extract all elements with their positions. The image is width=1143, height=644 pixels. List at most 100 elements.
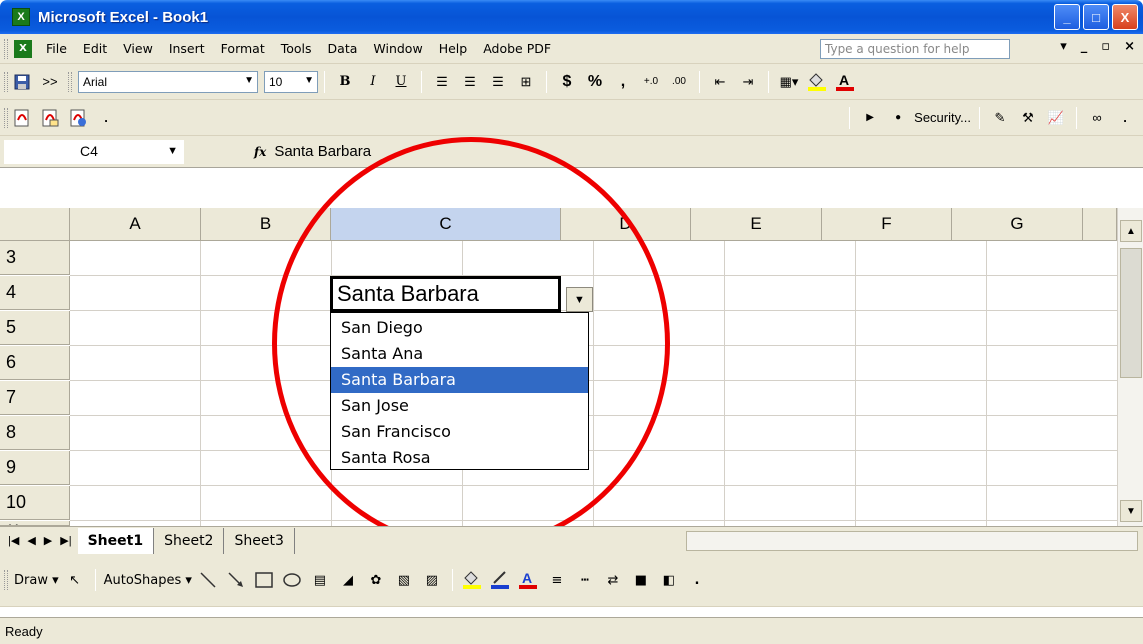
- scroll-up-icon[interactable]: ▲: [1120, 220, 1142, 242]
- dropdown-item-santa-barbara[interactable]: Santa Barbara: [331, 367, 588, 393]
- toolbar-options-button[interactable]: .: [685, 568, 709, 592]
- align-left-icon[interactable]: ☰: [430, 70, 454, 94]
- doc-restore-button[interactable]: ▫: [1101, 39, 1110, 54]
- scroll-thumb[interactable]: [1120, 248, 1142, 378]
- chevron-down-icon[interactable]: ▼: [304, 75, 314, 86]
- shadow-icon[interactable]: ■: [629, 568, 653, 592]
- help-search-input[interactable]: Type a question for help: [820, 39, 1010, 59]
- toolbar-grip[interactable]: [68, 71, 72, 92]
- column-header-b[interactable]: B: [201, 208, 331, 241]
- pdf-convert-icon[interactable]: [10, 106, 34, 130]
- clip-art-icon[interactable]: ▧: [392, 568, 416, 592]
- column-header-g[interactable]: G: [952, 208, 1083, 241]
- increase-decimal-icon[interactable]: +.0: [639, 70, 663, 94]
- pdf-email-icon[interactable]: [38, 106, 62, 130]
- align-center-icon[interactable]: ☰: [458, 70, 482, 94]
- menu-view[interactable]: View: [123, 41, 153, 56]
- row-header-8[interactable]: 8: [0, 416, 70, 450]
- row-header-7[interactable]: 7: [0, 381, 70, 415]
- font-size-combo[interactable]: 10 ▼: [264, 70, 318, 93]
- title-bar[interactable]: X Microsoft Excel - Book1 _ □ X: [0, 0, 1143, 34]
- vertical-scrollbar[interactable]: ▲ ▼: [1117, 208, 1143, 526]
- toolbar-options-button[interactable]: .: [94, 106, 118, 130]
- horizontal-scrollbar[interactable]: [686, 531, 1138, 551]
- scroll-down-icon[interactable]: ▼: [1120, 500, 1142, 522]
- next-sheet-icon[interactable]: ▶: [44, 534, 52, 547]
- line-color-icon[interactable]: [489, 568, 513, 592]
- security-button[interactable]: Security...: [914, 106, 971, 130]
- dropdown-item-san-francisco[interactable]: San Francisco: [331, 419, 588, 445]
- toolbar-grip[interactable]: [4, 38, 8, 59]
- dropdown-item-santa-ana[interactable]: Santa Ana: [331, 341, 588, 367]
- name-box[interactable]: C4 ▼: [4, 139, 184, 164]
- bold-button[interactable]: B: [333, 70, 357, 94]
- menu-data[interactable]: Data: [328, 41, 358, 56]
- line-icon[interactable]: [196, 568, 220, 592]
- maximize-button[interactable]: □: [1083, 4, 1109, 30]
- pdf-review-icon[interactable]: [66, 106, 90, 130]
- formula-input[interactable]: Santa Barbara: [274, 143, 371, 160]
- menu-adobe-pdf[interactable]: Adobe PDF: [483, 41, 551, 56]
- toolbar-grip[interactable]: [4, 570, 8, 590]
- sheet-tab-2[interactable]: Sheet2: [154, 527, 225, 554]
- menu-insert[interactable]: Insert: [169, 41, 205, 56]
- play-icon[interactable]: ▶: [858, 106, 882, 130]
- cell-grid[interactable]: [70, 241, 1117, 526]
- wordart-icon[interactable]: ◢: [336, 568, 360, 592]
- sheet-tab-3[interactable]: Sheet3: [224, 527, 295, 554]
- autoshapes-menu-button[interactable]: AutoShapes ▾: [104, 568, 192, 592]
- chevron-down-icon[interactable]: ▼: [167, 145, 178, 157]
- toolbar-grip[interactable]: [4, 71, 8, 92]
- font-color-icon[interactable]: A: [517, 568, 541, 592]
- decrease-indent-icon[interactable]: ⇤: [708, 70, 732, 94]
- menu-help[interactable]: Help: [439, 41, 468, 56]
- column-header-e[interactable]: E: [691, 208, 822, 241]
- font-color-icon[interactable]: A: [833, 70, 857, 94]
- line-style-icon[interactable]: ≡: [545, 568, 569, 592]
- doc-minimize-button[interactable]: _: [1081, 39, 1088, 54]
- row-header-9[interactable]: 9: [0, 451, 70, 485]
- prev-sheet-icon[interactable]: ◀: [27, 534, 35, 547]
- borders-icon[interactable]: ▦▾: [777, 70, 801, 94]
- arrow-style-icon[interactable]: ⇄: [601, 568, 625, 592]
- toolbar-options-button[interactable]: .: [1113, 106, 1137, 130]
- doc-close-button[interactable]: ×: [1124, 39, 1135, 54]
- italic-button[interactable]: I: [361, 70, 385, 94]
- control-toolbox-icon[interactable]: ✎: [988, 106, 1012, 130]
- close-button[interactable]: X: [1112, 4, 1138, 30]
- chart-wizard-icon[interactable]: 📈: [1044, 106, 1068, 130]
- currency-button[interactable]: $: [555, 70, 579, 94]
- comma-button[interactable]: ,: [611, 70, 635, 94]
- minimize-button[interactable]: _: [1054, 4, 1080, 30]
- 3d-style-icon[interactable]: ◧: [657, 568, 681, 592]
- sheet-tab-1[interactable]: Sheet1: [77, 527, 155, 554]
- menu-tools[interactable]: Tools: [281, 41, 312, 56]
- menu-window[interactable]: Window: [373, 41, 422, 56]
- chevron-down-icon[interactable]: ▼: [244, 75, 254, 86]
- column-header-c[interactable]: C: [331, 208, 561, 241]
- select-all-corner[interactable]: [0, 208, 70, 241]
- fill-color-icon[interactable]: [461, 568, 485, 592]
- insert-function-icon[interactable]: fx: [254, 145, 266, 159]
- text-box-icon[interactable]: ▤: [308, 568, 332, 592]
- toolbar-options-button[interactable]: >>: [38, 70, 62, 94]
- row-header-5[interactable]: 5: [0, 311, 70, 345]
- oval-icon[interactable]: [280, 568, 304, 592]
- row-header-10[interactable]: 10: [0, 486, 70, 520]
- draw-menu-button[interactable]: Draw ▾: [14, 568, 59, 592]
- validation-dropdown-button[interactable]: ▼: [566, 287, 593, 312]
- column-header-d[interactable]: D: [561, 208, 691, 241]
- picture-icon[interactable]: ▨: [420, 568, 444, 592]
- row-header-4[interactable]: 4: [0, 276, 70, 310]
- menu-format[interactable]: Format: [221, 41, 265, 56]
- toolbar-grip[interactable]: [4, 107, 8, 128]
- dropdown-item-santa-rosa[interactable]: Santa Rosa: [331, 445, 588, 471]
- font-name-combo[interactable]: Arial ▼: [78, 70, 258, 93]
- row-header-3[interactable]: 3: [0, 241, 70, 275]
- rectangle-icon[interactable]: [252, 568, 276, 592]
- dash-style-icon[interactable]: ┅: [573, 568, 597, 592]
- percent-button[interactable]: %: [583, 70, 607, 94]
- column-header-f[interactable]: F: [822, 208, 952, 241]
- active-cell-c4[interactable]: Santa Barbara: [330, 276, 561, 312]
- last-sheet-icon[interactable]: ▶|: [60, 534, 71, 547]
